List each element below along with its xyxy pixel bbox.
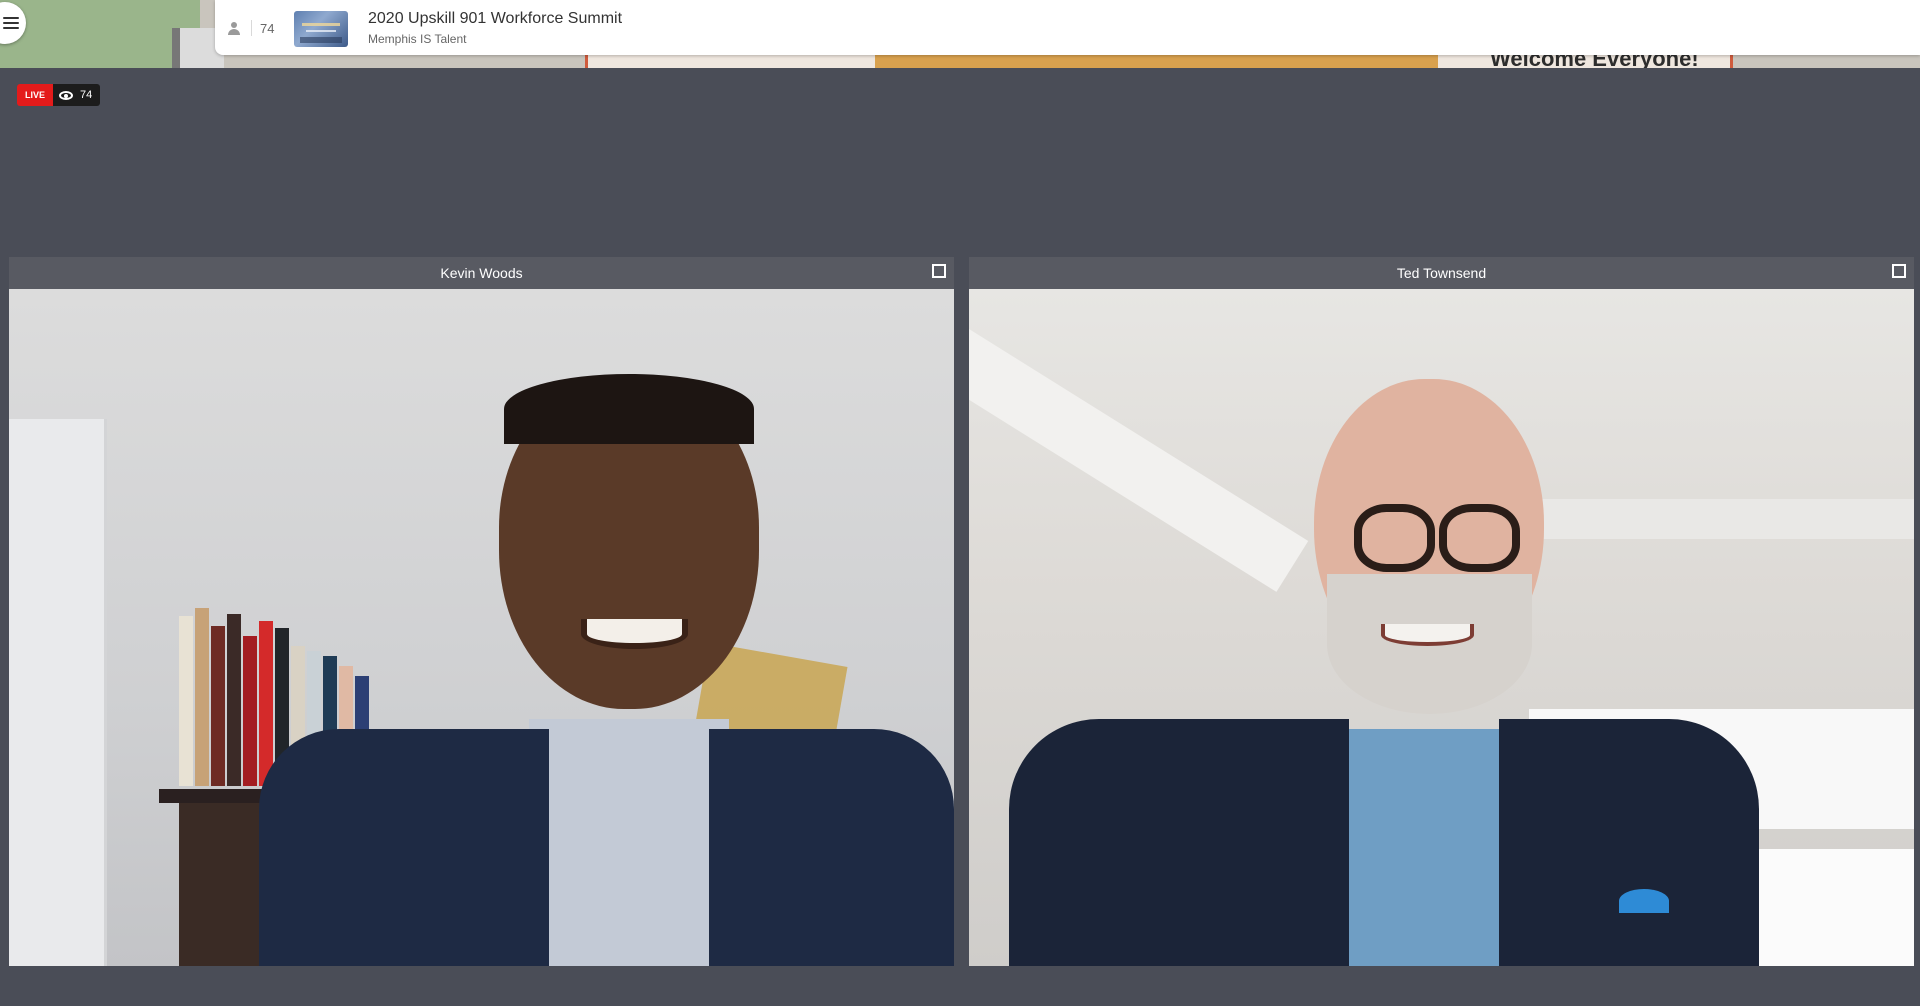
participant-name: Ted Townsend <box>1396 265 1487 281</box>
divider <box>251 20 252 36</box>
live-indicator: LIVE 74 <box>17 84 101 106</box>
event-thumbnail[interactable] <box>294 11 348 47</box>
menu-icon <box>3 17 19 29</box>
video-feed <box>9 289 954 966</box>
live-viewer-count: 74 <box>80 89 93 101</box>
event-organizer[interactable]: Memphis IS Talent <box>368 32 467 46</box>
viewer-count: 74 <box>260 20 275 36</box>
person-icon <box>227 21 241 35</box>
video-tile-header: Ted Townsend <box>969 257 1914 289</box>
live-viewer-badge: 74 <box>53 84 101 106</box>
event-title: 2020 Upskill 901 Workforce Summit <box>368 10 623 27</box>
live-badge: LIVE <box>17 84 54 106</box>
background-foliage <box>0 0 200 68</box>
video-tile-kevin-woods[interactable]: Kevin Woods <box>9 257 954 966</box>
eye-icon <box>59 90 74 100</box>
event-header: 74 2020 Upskill 901 Workforce Summit Mem… <box>215 0 1920 55</box>
video-feed <box>969 289 1914 966</box>
video-tile-ted-townsend[interactable]: Ted Townsend <box>969 257 1914 966</box>
viewer-count-box: 74 <box>227 18 274 38</box>
participant-name: Kevin Woods <box>440 265 523 281</box>
expand-icon[interactable] <box>932 264 946 278</box>
video-tile-header: Kevin Woods <box>9 257 954 289</box>
expand-icon[interactable] <box>1892 264 1906 278</box>
